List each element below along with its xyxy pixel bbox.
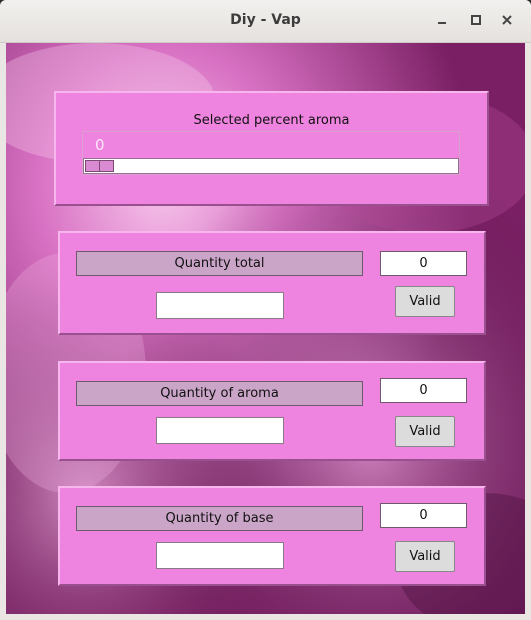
quantity-base-valid-button[interactable]: Valid [395, 541, 455, 572]
quantity-aroma-label: Quantity of aroma [76, 381, 363, 406]
quantity-base-result: 0 [380, 503, 467, 528]
quantity-base-input[interactable] [156, 542, 284, 569]
quantity-total-valid-button[interactable]: Valid [395, 286, 455, 317]
aroma-scale-trough[interactable] [83, 158, 459, 174]
main-content: Selected percent aroma 0 Quantity total … [6, 43, 525, 614]
quantity-aroma-panel: Quantity of aroma 0 Valid [58, 361, 486, 461]
aroma-scale-label: Selected percent aroma [193, 113, 350, 128]
aroma-scale-value: 0 [95, 136, 105, 154]
app-window: Diy - Vap Selected percent aroma 0 Quant… [0, 0, 531, 620]
title-bar[interactable]: Diy - Vap [0, 0, 531, 43]
aroma-scale-slider-handle[interactable] [85, 160, 114, 172]
maximize-icon[interactable] [466, 10, 486, 30]
quantity-total-input[interactable] [156, 292, 284, 319]
quantity-aroma-input[interactable] [156, 417, 284, 444]
quantity-total-panel: Quantity total 0 Valid [58, 231, 486, 335]
aroma-scale-panel: Selected percent aroma 0 [54, 91, 489, 206]
close-icon[interactable] [497, 10, 517, 30]
quantity-base-panel: Quantity of base 0 Valid [58, 486, 486, 586]
quantity-base-label: Quantity of base [76, 506, 363, 531]
quantity-aroma-valid-button[interactable]: Valid [395, 416, 455, 447]
aroma-scale[interactable]: 0 [82, 131, 460, 175]
quantity-total-result: 0 [380, 251, 467, 276]
minimize-icon[interactable] [432, 10, 452, 30]
quantity-aroma-result: 0 [380, 378, 467, 403]
quantity-total-label: Quantity total [76, 251, 363, 276]
